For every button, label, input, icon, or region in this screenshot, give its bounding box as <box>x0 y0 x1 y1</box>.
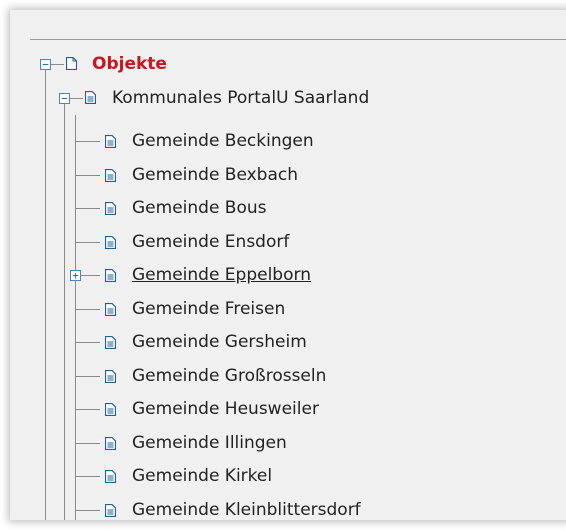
tree-root-label[interactable]: Objekte <box>92 54 167 74</box>
tree-item-label[interactable]: Gemeinde Bous <box>132 198 267 218</box>
document-icon <box>105 370 116 383</box>
document-icon <box>105 336 116 349</box>
tree-item-label[interactable]: Gemeinde Gersheim <box>132 332 307 352</box>
tree-item-label[interactable]: Gemeinde Heusweiler <box>132 399 319 419</box>
tree-connector <box>76 476 100 477</box>
document-icon <box>105 303 116 316</box>
document-icon <box>85 91 96 104</box>
document-icon <box>105 403 116 416</box>
tree-connector <box>76 208 100 209</box>
document-icon <box>105 202 116 215</box>
tree-connector <box>76 376 100 377</box>
tree-line-root <box>45 70 46 520</box>
expand-toggle-item[interactable]: + <box>70 270 81 281</box>
document-icon <box>105 470 116 483</box>
document-icon <box>105 236 116 249</box>
document-icon <box>105 504 116 517</box>
tree-connector <box>76 409 100 410</box>
collapse-toggle-objekte[interactable]: − <box>40 59 51 70</box>
tree-connector <box>76 175 100 176</box>
page-icon <box>66 57 77 70</box>
tree-item-label[interactable]: Gemeinde Ensdorf <box>132 232 289 252</box>
tree-line-group <box>64 104 65 520</box>
tree-item-label[interactable]: Gemeinde Großrosseln <box>132 366 326 386</box>
document-icon <box>105 437 116 450</box>
tree-item-label[interactable]: Gemeinde Illingen <box>132 433 287 453</box>
tree-item-label[interactable]: Gemeinde Bexbach <box>132 165 298 185</box>
document-icon <box>105 269 116 282</box>
tree-connector <box>51 64 64 65</box>
tree-item-label[interactable]: Gemeinde Beckingen <box>132 131 314 151</box>
tree-item-label[interactable]: Gemeinde Freisen <box>132 299 285 319</box>
tree-panel: − Objekte − Kommunales PortalU Saarland … <box>10 10 566 520</box>
tree-group-label[interactable]: Kommunales PortalU Saarland <box>112 88 369 108</box>
collapse-toggle-group[interactable]: − <box>59 93 70 104</box>
tree-connector <box>76 309 100 310</box>
tree-connector <box>70 98 83 99</box>
header-divider <box>30 39 566 40</box>
document-icon <box>105 135 116 148</box>
tree-connector <box>76 242 100 243</box>
tree-connector <box>76 342 100 343</box>
document-icon <box>105 169 116 182</box>
tree-connector <box>76 510 100 511</box>
tree-connector <box>76 141 100 142</box>
tree-item-label[interactable]: Gemeinde Eppelborn <box>132 265 311 285</box>
tree-connector <box>76 443 100 444</box>
tree-item-label[interactable]: Gemeinde Kirkel <box>132 466 272 486</box>
tree-item-label[interactable]: Gemeinde Kleinblittersdorf <box>132 500 361 520</box>
